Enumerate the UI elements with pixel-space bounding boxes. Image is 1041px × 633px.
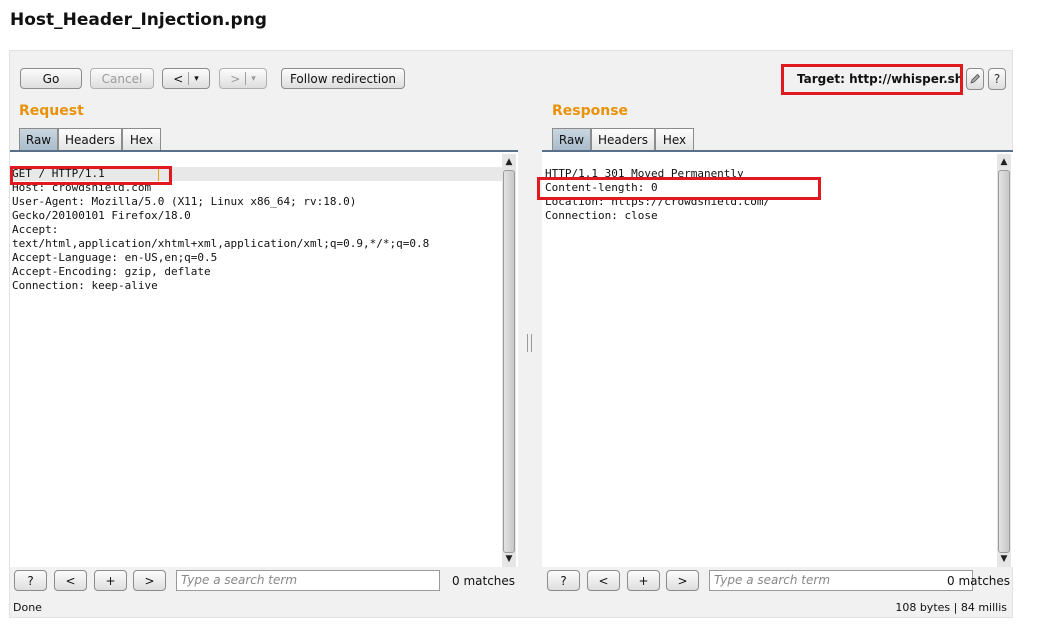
- response-tab-raw[interactable]: Raw: [552, 128, 591, 150]
- request-search-input[interactable]: Type a search term: [176, 570, 440, 591]
- request-tab-raw[interactable]: Raw: [19, 128, 58, 150]
- scroll-down-icon[interactable]: ▼: [502, 553, 516, 565]
- scroll-up-icon[interactable]: ▲: [502, 156, 516, 168]
- code-line: Accept:: [12, 223, 59, 236]
- scroll-up-icon[interactable]: ▲: [997, 156, 1011, 168]
- back-button[interactable]: < ▾: [162, 68, 210, 89]
- response-tab-hex[interactable]: Hex: [655, 128, 694, 150]
- forward-button[interactable]: > ▾: [219, 68, 267, 89]
- request-scrollbar[interactable]: ▲ ▼: [502, 154, 516, 567]
- back-arrow-icon: <: [173, 71, 184, 86]
- response-search-prev-button[interactable]: <: [587, 570, 620, 591]
- code-line: Connection: keep-alive: [12, 279, 158, 292]
- forward-dropdown-icon[interactable]: ▾: [251, 74, 256, 84]
- tab-label: Hex: [129, 132, 154, 147]
- follow-redirection-label: Follow redirection: [289, 71, 397, 86]
- scroll-thumb[interactable]: [998, 170, 1010, 553]
- response-scrollbar[interactable]: ▲ ▼: [997, 154, 1011, 567]
- follow-redirection-button[interactable]: Follow redirection: [281, 68, 405, 89]
- request-match-count: 0 matches: [452, 574, 516, 588]
- cancel-label: Cancel: [101, 71, 143, 86]
- help-icon: ?: [560, 573, 567, 588]
- request-search-add-button[interactable]: +: [94, 570, 127, 591]
- request-status: Done: [13, 601, 42, 614]
- response-search-input[interactable]: Type a search term: [709, 570, 973, 591]
- request-search-next-button[interactable]: >: [133, 570, 166, 591]
- response-search-help-button[interactable]: ?: [547, 570, 580, 591]
- host-header-highlight-box: [10, 166, 172, 185]
- go-label: Go: [42, 71, 60, 86]
- scroll-thumb[interactable]: [503, 170, 515, 553]
- location-header-highlight-box: [537, 177, 821, 200]
- tab-label: Raw: [558, 132, 585, 147]
- next-icon: >: [144, 573, 155, 588]
- tab-label: Hex: [662, 132, 687, 147]
- request-tab-hex[interactable]: Hex: [122, 128, 161, 150]
- next-icon: >: [677, 573, 688, 588]
- response-status: 108 bytes | 84 millis: [895, 601, 1007, 614]
- response-search-next-button[interactable]: >: [666, 570, 699, 591]
- target-highlight-box: [781, 64, 963, 95]
- plus-icon: +: [105, 573, 116, 588]
- help-button[interactable]: ?: [988, 68, 1006, 90]
- help-icon: ?: [27, 573, 34, 588]
- plus-icon: +: [638, 573, 649, 588]
- request-title: Request: [19, 103, 84, 119]
- request-search-help-button[interactable]: ?: [14, 570, 47, 591]
- response-match-count: 0 matches: [947, 574, 1011, 588]
- prev-icon: <: [65, 573, 76, 588]
- response-tab-headers[interactable]: Headers: [591, 128, 655, 150]
- request-tab-headers[interactable]: Headers: [58, 128, 122, 150]
- go-button[interactable]: Go: [20, 68, 82, 89]
- code-line: Accept-Encoding: gzip, deflate: [12, 265, 211, 278]
- tab-label: Raw: [25, 132, 52, 147]
- response-search-add-button[interactable]: +: [627, 570, 660, 591]
- tab-label: Headers: [598, 132, 648, 147]
- cancel-button[interactable]: Cancel: [90, 68, 154, 89]
- file-title: Host_Header_Injection.png: [10, 10, 267, 30]
- prev-icon: <: [598, 573, 609, 588]
- back-dropdown-icon[interactable]: ▾: [194, 74, 199, 84]
- code-line: Gecko/20100101 Firefox/18.0: [12, 209, 191, 222]
- code-line: User-Agent: Mozilla/5.0 (X11; Linux x86_…: [12, 195, 357, 208]
- request-search-prev-button[interactable]: <: [54, 570, 87, 591]
- help-icon: ?: [993, 72, 1001, 86]
- code-line: Accept-Language: en-US,en;q=0.5: [12, 251, 218, 264]
- scroll-down-icon[interactable]: ▼: [997, 553, 1011, 565]
- code-line: Connection: close: [545, 209, 658, 222]
- pencil-icon: [970, 73, 981, 84]
- forward-arrow-icon: >: [230, 71, 241, 86]
- response-title: Response: [552, 103, 629, 119]
- code-line: text/html,application/xhtml+xml,applicat…: [12, 237, 430, 250]
- edit-target-button[interactable]: [966, 68, 984, 90]
- tab-label: Headers: [65, 132, 115, 147]
- split-pane-divider-handle[interactable]: [527, 334, 532, 352]
